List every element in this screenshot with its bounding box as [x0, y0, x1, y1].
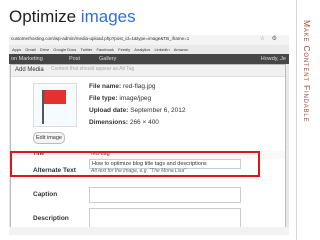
- bookmark-item[interactable]: Google Docs: [53, 45, 76, 54]
- slide-title-prefix: Optimize: [9, 7, 81, 26]
- bookmark-item[interactable]: Facebook: [96, 45, 114, 54]
- slide-title-highlight: images: [80, 7, 136, 26]
- wp-post-link[interactable]: Post: [69, 56, 80, 62]
- screenshot: customerhosting.com/wp-admin/media-uploa…: [9, 35, 289, 235]
- bookmark-item[interactable]: Apps: [12, 45, 21, 54]
- upload-date-row: Upload date: September 6, 2012: [89, 107, 185, 114]
- upload-date-value: September 6, 2012: [130, 107, 186, 114]
- bookmark-item[interactable]: Gmail: [25, 45, 35, 54]
- media-dialog: Add Media Content that should appear as …: [10, 64, 286, 235]
- alt-text-highlight-box: [10, 151, 260, 177]
- dialog-background-text: Content that should appear as Alt Tag: [51, 66, 135, 72]
- bookmark-item[interactable]: Amazon: [174, 45, 189, 54]
- slide-title: Optimize images: [9, 7, 136, 27]
- dimensions-value: 266 × 400: [129, 119, 159, 126]
- caption-label: Caption: [33, 191, 58, 198]
- bookmark-item[interactable]: Twitter: [81, 45, 93, 54]
- caption-row: Caption: [11, 187, 285, 203]
- bottom-strip: [9, 227, 289, 235]
- side-label: Make Content Findable: [302, 20, 312, 123]
- bookmark-item[interactable]: Drive: [40, 45, 49, 54]
- wrench-icon[interactable]: ⚙: [272, 35, 277, 42]
- star-icon[interactable]: ☆: [260, 35, 265, 42]
- bookmark-item[interactable]: LinkedIn: [154, 45, 169, 54]
- wp-gallery-link[interactable]: Gallery: [99, 56, 116, 62]
- description-label: Description: [33, 215, 69, 222]
- dialog-header: Add Media Content that should appear as …: [11, 65, 285, 77]
- wp-howdy[interactable]: Howdy, Je: [261, 56, 286, 62]
- dimensions-label: Dimensions:: [89, 119, 129, 126]
- file-type-row: File type: image/jpeg: [89, 95, 151, 102]
- file-type-value: image/jpeg: [119, 95, 152, 102]
- dimensions-row: Dimensions: 266 × 400: [89, 119, 159, 126]
- wp-admin-bar: on Marketing Post Gallery Howdy, Je: [9, 54, 289, 64]
- edit-image-button[interactable]: Edit image: [33, 132, 65, 144]
- url-text[interactable]: customerhosting.com/wp-admin/media-uploa…: [11, 36, 201, 41]
- file-name-label: File name:: [89, 83, 122, 90]
- bookmark-item[interactable]: Analytics: [134, 45, 150, 54]
- red-flag-image: [44, 90, 66, 104]
- file-name-row: File name: red-flag.jpg: [89, 83, 156, 90]
- image-thumbnail: [33, 83, 77, 127]
- file-type-label: File type:: [89, 95, 118, 102]
- dialog-title: Add Media: [15, 67, 44, 73]
- upload-date-label: Upload date:: [89, 107, 129, 114]
- bookmark-item[interactable]: Feedly: [118, 45, 130, 54]
- wp-site-name[interactable]: on Marketing: [11, 56, 43, 62]
- caption-input[interactable]: [89, 187, 241, 203]
- file-name-value: red-flag.jpg: [122, 83, 156, 90]
